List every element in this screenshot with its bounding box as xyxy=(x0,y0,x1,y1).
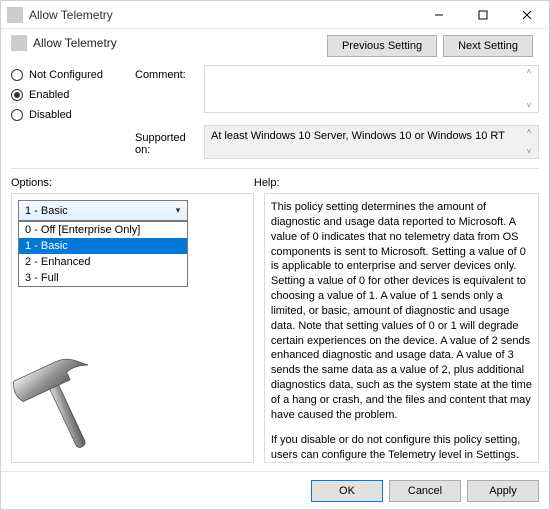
dropdown-item[interactable]: 0 - Off [Enterprise Only] xyxy=(19,222,187,238)
cancel-button[interactable]: Cancel xyxy=(389,480,461,502)
chevron-down-icon: ˅ xyxy=(522,102,536,110)
titlebar: Allow Telemetry xyxy=(1,1,549,29)
state-radio-group: Not Configured Enabled Disabled xyxy=(11,65,131,121)
radio-icon xyxy=(11,109,23,121)
telemetry-level-dropdown: 0 - Off [Enterprise Only] 1 - Basic 2 - … xyxy=(18,221,188,287)
window: Allow Telemetry Allow Telemetry Previous… xyxy=(0,0,550,510)
minimize-button[interactable] xyxy=(417,1,461,29)
window-title: Allow Telemetry xyxy=(29,8,417,22)
ok-button[interactable]: OK xyxy=(311,480,383,502)
supported-on-text: At least Windows 10 Server, Windows 10 o… xyxy=(204,125,539,159)
options-section-label: Options: xyxy=(11,177,254,189)
help-text: This policy setting determines the amoun… xyxy=(271,200,532,423)
help-text: If you disable or do not configure this … xyxy=(271,433,532,463)
help-section-label: Help: xyxy=(254,177,539,189)
header-row: Allow Telemetry Previous Setting Next Se… xyxy=(11,35,539,57)
telemetry-level-combo[interactable]: 1 - Basic ▾ xyxy=(18,200,188,221)
comment-textarea[interactable]: ˄˅ xyxy=(204,65,539,113)
radio-icon xyxy=(11,69,23,81)
close-button[interactable] xyxy=(505,1,549,29)
top-grid: Not Configured Enabled Disabled Comment:… xyxy=(11,65,539,159)
dropdown-item[interactable]: 3 - Full xyxy=(19,270,187,286)
dropdown-item[interactable]: 2 - Enhanced xyxy=(19,254,187,270)
dropdown-item[interactable]: 1 - Basic xyxy=(19,238,187,254)
body: Allow Telemetry Previous Setting Next Se… xyxy=(1,29,549,471)
next-setting-button[interactable]: Next Setting xyxy=(443,35,533,57)
radio-enabled[interactable]: Enabled xyxy=(11,89,131,101)
footer: OK Cancel Apply xyxy=(1,471,549,509)
radio-not-configured[interactable]: Not Configured xyxy=(11,69,131,81)
policy-icon xyxy=(11,35,27,51)
radio-disabled[interactable]: Disabled xyxy=(11,109,131,121)
radio-icon xyxy=(11,89,23,101)
comment-label: Comment: xyxy=(135,65,200,81)
options-panel: 1 - Basic ▾ 0 - Off [Enterprise Only] 1 … xyxy=(11,193,254,463)
help-panel: This policy setting determines the amoun… xyxy=(264,193,539,463)
apply-button[interactable]: Apply xyxy=(467,480,539,502)
window-controls xyxy=(417,1,549,29)
columns-header: Options: Help: xyxy=(11,177,539,189)
supported-on-label: Supported on: xyxy=(135,128,200,156)
chevron-up-icon: ˄ xyxy=(522,68,536,76)
maximize-button[interactable] xyxy=(461,1,505,29)
chevron-down-icon: ˅ xyxy=(522,148,536,156)
chevron-up-icon: ˄ xyxy=(522,128,536,136)
chevron-down-icon: ▾ xyxy=(169,205,187,216)
page-title: Allow Telemetry xyxy=(33,36,117,50)
columns: 1 - Basic ▾ 0 - Off [Enterprise Only] 1 … xyxy=(11,193,539,463)
app-icon xyxy=(7,7,23,23)
splitter[interactable] xyxy=(11,165,539,171)
hammer-icon xyxy=(11,332,132,463)
previous-setting-button[interactable]: Previous Setting xyxy=(327,35,437,57)
